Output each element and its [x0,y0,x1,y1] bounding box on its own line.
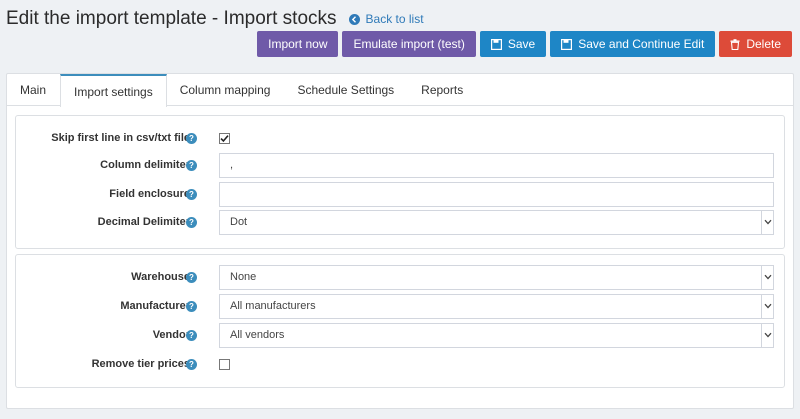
field-enclosure-input[interactable] [219,181,774,207]
help-icon[interactable]: ? [186,358,197,370]
vendor-row: Vendor ? All vendors [16,322,784,348]
warehouse-select[interactable]: None [219,264,774,290]
save-continue-button[interactable]: Save and Continue Edit [550,31,716,57]
chevron-down-icon [761,294,773,318]
manufacturer-select[interactable]: All manufacturers [219,293,774,319]
column-delimiter-label: Column delimiter [100,159,190,171]
save-continue-label: Save and Continue Edit [578,37,705,51]
vendor-select[interactable]: All vendors [219,322,774,348]
field-enclosure-row: Field enclosure ? [16,181,784,207]
back-to-list-label: Back to list [365,12,424,26]
tab-reports[interactable]: Reports [408,74,477,105]
filters-panel: Warehouse ? None Manufacturer ? All manu… [15,254,785,388]
manufacturer-value: All manufacturers [230,300,316,312]
help-icon[interactable]: ? [186,188,197,200]
import-now-label: Import now [268,37,328,51]
floppy-disk-icon [561,38,573,50]
warehouse-value: None [230,271,257,283]
checkmark-icon [220,134,229,142]
manufacturer-label: Manufacturer [120,300,190,312]
column-delimiter-input[interactable]: , [219,152,774,178]
tab-import-settings[interactable]: Import settings [60,74,167,107]
back-to-list-link[interactable]: Back to list [348,12,424,26]
remove-tier-prices-row: Remove tier prices ? [16,351,784,377]
template-card: Main Import settings Column mapping Sche… [6,73,794,409]
help-icon[interactable]: ? [186,300,197,312]
column-delimiter-row: Column delimiter ? , [16,152,784,178]
help-icon[interactable]: ? [186,271,197,283]
save-label: Save [507,37,536,51]
delete-label: Delete [746,37,781,51]
decimal-delimiter-select[interactable]: Dot [219,209,774,235]
manufacturer-row: Manufacturer ? All manufacturers [16,293,784,319]
action-toolbar: Import now Emulate import (test) Save Sa… [257,31,792,57]
trash-icon [730,38,740,50]
decimal-delimiter-row: Decimal Delimiter ? Dot [16,209,784,235]
vendor-value: All vendors [230,329,285,341]
remove-tier-prices-checkbox[interactable] [219,358,230,370]
decimal-delimiter-value: Dot [230,216,248,228]
skip-first-line-label: Skip first line in csv/txt file [51,132,190,144]
emulate-import-button[interactable]: Emulate import (test) [342,31,476,57]
arrow-left-circle-icon [348,13,360,25]
chevron-down-icon [761,323,773,347]
emulate-import-label: Emulate import (test) [353,37,465,51]
page-header: Edit the import template - Import stocks… [6,4,424,34]
tab-schedule-settings[interactable]: Schedule Settings [284,74,408,105]
remove-tier-prices-label: Remove tier prices [91,358,190,370]
vendor-label: Vendor [152,329,190,341]
help-icon[interactable]: ? [186,132,197,144]
field-enclosure-label: Field enclosure [109,188,190,200]
tab-main[interactable]: Main [7,74,60,105]
warehouse-row: Warehouse ? None [16,264,784,290]
decimal-delimiter-label: Decimal Delimiter [97,216,190,228]
skip-first-line-row: Skip first line in csv/txt file ? [16,125,784,151]
help-icon[interactable]: ? [186,329,197,341]
warehouse-label: Warehouse [131,271,190,283]
chevron-down-icon [761,210,773,234]
import-now-button[interactable]: Import now [257,31,339,57]
skip-first-line-checkbox[interactable] [219,132,230,144]
floppy-disk-icon [490,38,502,50]
tab-column-mapping[interactable]: Column mapping [167,74,285,105]
chevron-down-icon [761,265,773,289]
help-icon[interactable]: ? [186,216,197,228]
tab-bar: Main Import settings Column mapping Sche… [7,74,793,107]
save-button[interactable]: Save [479,31,547,57]
delete-button[interactable]: Delete [719,31,792,57]
import-settings-panel: Skip first line in csv/txt file ? Column… [15,115,785,249]
page-title: Edit the import template - Import stocks [6,8,337,29]
help-icon[interactable]: ? [186,159,197,171]
